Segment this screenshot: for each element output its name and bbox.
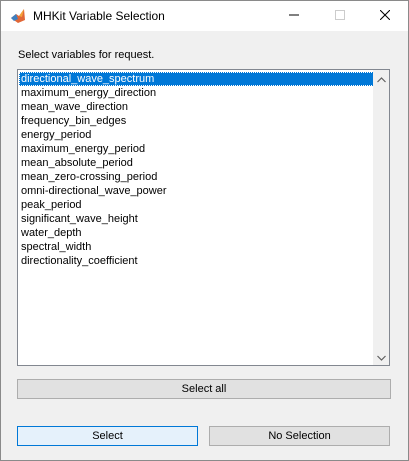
- scroll-track[interactable]: [374, 87, 388, 348]
- title-bar[interactable]: MHKit Variable Selection: [1, 1, 408, 31]
- list-item[interactable]: water_depth: [19, 226, 374, 240]
- minimize-icon: [289, 7, 299, 25]
- list-item[interactable]: mean_absolute_period: [19, 156, 374, 170]
- instruction-label: Select variables for request.: [18, 49, 155, 61]
- list-item[interactable]: mean_wave_direction: [19, 100, 374, 114]
- scroll-down-button[interactable]: [373, 348, 389, 365]
- scroll-down-arrow-icon: [376, 348, 386, 366]
- select-button[interactable]: Select: [17, 426, 198, 446]
- no-selection-button[interactable]: No Selection: [209, 426, 390, 446]
- list-item[interactable]: maximum_energy_period: [19, 142, 374, 156]
- list-item[interactable]: directional_wave_spectrum: [19, 72, 374, 86]
- matlab-icon: [10, 8, 26, 24]
- scroll-up-button[interactable]: [373, 70, 389, 87]
- vertical-scrollbar[interactable]: [373, 70, 389, 365]
- dialog-window: MHKit Variable Selection Select variable…: [0, 0, 409, 461]
- list-item[interactable]: energy_period: [19, 128, 374, 142]
- minimize-button[interactable]: [271, 1, 317, 31]
- maximize-icon: [335, 7, 345, 25]
- maximize-button[interactable]: [317, 1, 363, 31]
- list-item[interactable]: mean_zero-crossing_period: [19, 170, 374, 184]
- scroll-up-arrow-icon: [376, 70, 386, 88]
- list-item[interactable]: spectral_width: [19, 240, 374, 254]
- list-item[interactable]: frequency_bin_edges: [19, 114, 374, 128]
- list-item[interactable]: omni-directional_wave_power: [19, 184, 374, 198]
- close-icon: [379, 7, 391, 25]
- window-title: MHKit Variable Selection: [33, 9, 165, 23]
- variable-list: directional_wave_spectrum maximum_energy_…: [19, 72, 374, 268]
- select-all-button[interactable]: Select all: [17, 379, 391, 399]
- list-item[interactable]: maximum_energy_direction: [19, 86, 374, 100]
- list-item[interactable]: significant_wave_height: [19, 212, 374, 226]
- list-item[interactable]: peak_period: [19, 198, 374, 212]
- list-item[interactable]: directionality_coefficient: [19, 254, 374, 268]
- variable-listbox[interactable]: directional_wave_spectrum maximum_energy_…: [17, 69, 390, 366]
- close-button[interactable]: [362, 1, 408, 31]
